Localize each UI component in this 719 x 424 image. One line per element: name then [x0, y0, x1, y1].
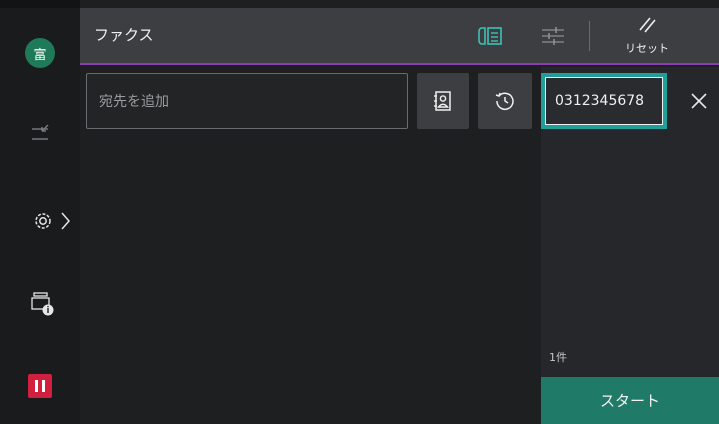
destination-count: 1件 — [549, 351, 567, 364]
close-icon — [691, 93, 707, 109]
header-divider — [589, 21, 590, 51]
history-button[interactable] — [478, 73, 532, 129]
address-book-icon — [434, 91, 451, 111]
settings-icon[interactable] — [30, 208, 56, 234]
reset-label: リセット — [625, 42, 669, 55]
start-button[interactable]: スタート — [541, 377, 719, 424]
stop-icon — [35, 380, 45, 392]
recipient-input[interactable]: 宛先を追加 — [86, 73, 408, 129]
swap-icon[interactable] — [28, 120, 54, 146]
address-book-button[interactable] — [417, 73, 469, 129]
stop-button[interactable] — [28, 374, 52, 398]
header-accent-line — [80, 63, 719, 65]
device-info-icon[interactable] — [30, 290, 56, 318]
fax-doc-icon[interactable] — [478, 25, 506, 47]
user-avatar[interactable]: 富 — [25, 38, 55, 68]
history-icon — [495, 92, 514, 110]
page-title: ファクス — [94, 26, 154, 44]
sidebar-top-strip — [0, 0, 80, 8]
destination-entry-focus-ring — [545, 77, 663, 125]
reset-button[interactable]: リセット — [612, 14, 688, 60]
reset-icon — [639, 17, 656, 33]
remove-destination-button[interactable] — [676, 78, 719, 124]
adjust-icon[interactable] — [540, 25, 566, 47]
chevron-right-icon[interactable] — [58, 208, 74, 234]
